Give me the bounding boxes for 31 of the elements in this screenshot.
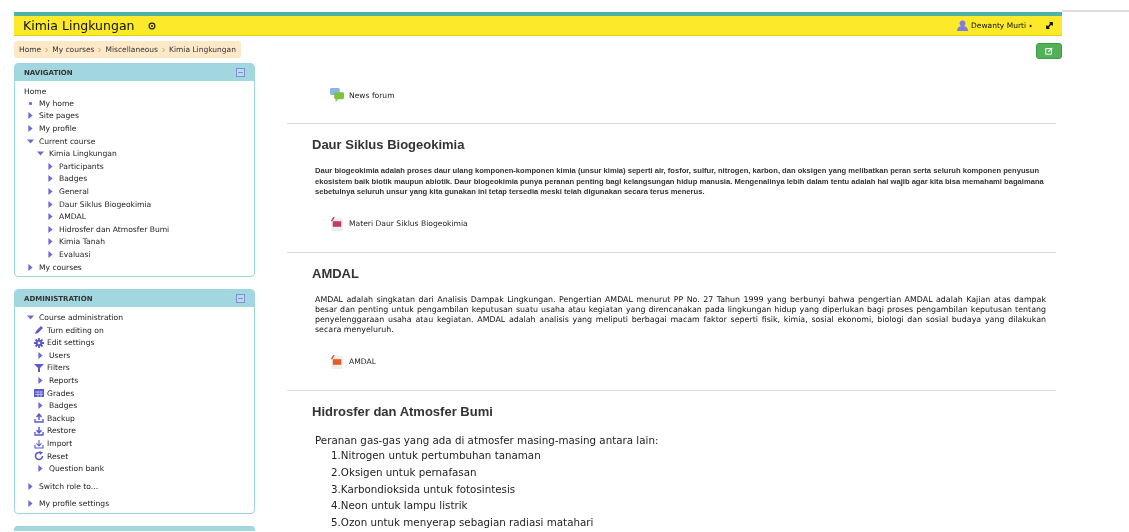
list-item: 4.Neon untuk lampu listrik	[331, 498, 469, 514]
pencil-icon	[34, 325, 44, 336]
section-heading: AMDAL	[312, 265, 360, 281]
pdf-file-icon	[330, 354, 344, 369]
chevron-icon	[161, 46, 167, 53]
expand-icon[interactable]	[1045, 21, 1054, 30]
section-summary: Peranan gas-gas yang ada di atmosfer masing-masing antara lain:	[315, 434, 660, 446]
list-item: 3.Karbondioksida untuk fotosintesis	[331, 481, 517, 497]
edit-icon	[1045, 47, 1053, 55]
upload-icon	[34, 413, 44, 424]
course-title[interactable]: Kimia Lingkungan	[23, 18, 135, 33]
section-heading: Daur Siklus Biogeokimia	[312, 137, 466, 152]
collapse-icon	[236, 68, 245, 77]
table-icon	[34, 388, 44, 399]
list-item: 2.Oksigen untuk pernafasan	[331, 464, 478, 480]
download-icon	[34, 425, 44, 436]
collapse-icon	[236, 294, 245, 304]
chevron-icon	[44, 46, 50, 53]
file-icon	[330, 216, 344, 231]
funnel-icon	[34, 363, 44, 373]
list-item: 1.Nitrogen untuk pertumbuhan tanaman	[331, 448, 542, 464]
forum-icon	[330, 88, 344, 102]
user-icon	[957, 20, 969, 31]
refresh-icon	[34, 451, 44, 462]
gear-icon	[34, 337, 44, 348]
eye-icon[interactable]	[148, 21, 157, 30]
download-icon	[34, 438, 44, 449]
edit-button[interactable]	[1036, 43, 1062, 59]
section-heading: Hidrosfer dan Atmosfer Bumi	[312, 403, 494, 419]
list-item: 5.Ozon untuk menyerap sebagian radiasi matahari	[331, 514, 595, 530]
chevron-icon	[97, 46, 103, 53]
